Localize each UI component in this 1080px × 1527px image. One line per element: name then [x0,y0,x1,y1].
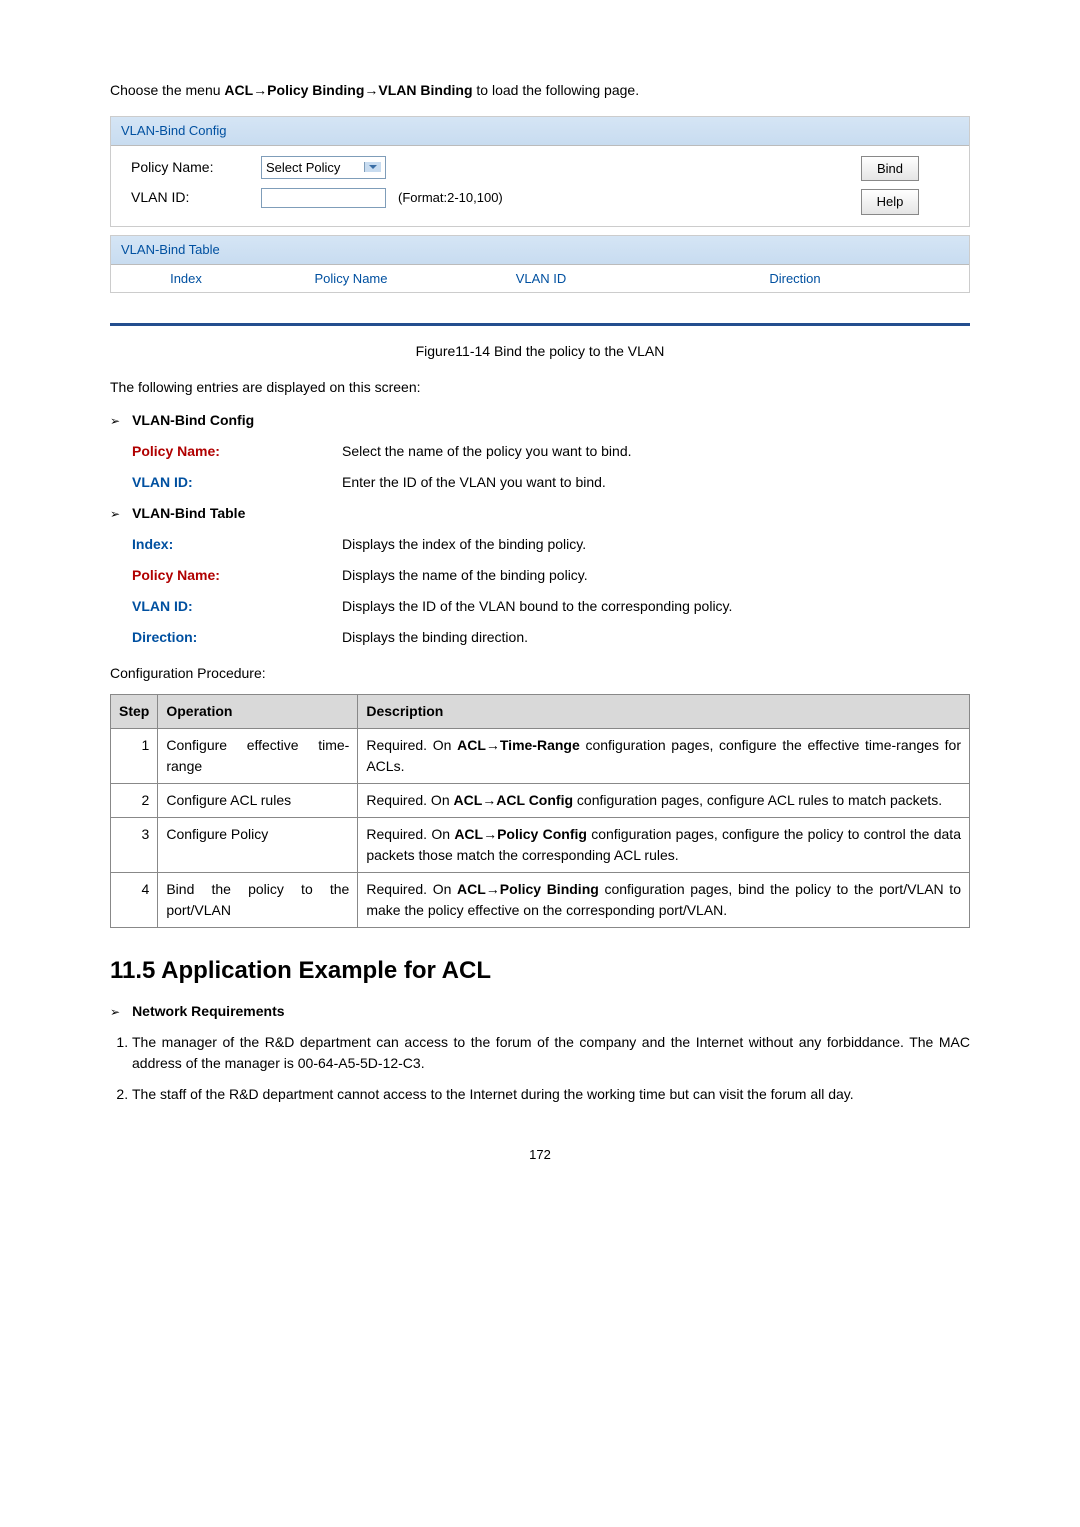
policy-name-label: Policy Name: [131,157,261,178]
definition-description: Enter the ID of the VLAN you want to bin… [342,472,970,493]
procedure-title: Configuration Procedure: [110,663,970,684]
step-cell: 1 [111,729,158,784]
page-number: 172 [110,1145,970,1165]
table-col-index: Index [121,269,251,289]
policy-name-select[interactable]: Select Policy [261,156,386,180]
vlan-id-hint: (Format:2-10,100) [398,188,503,208]
bullet-arrow-icon: ➢ [110,1003,120,1021]
bullet-arrow-icon: ➢ [110,505,120,523]
definition-term: Policy Name: [132,565,342,586]
requirements-list: The manager of the R&D department can ac… [132,1032,970,1105]
entries-intro: The following entries are displayed on t… [110,377,970,398]
table-row: 2Configure ACL rulesRequired. On ACL→ACL… [111,784,970,818]
description-cell: Required. On ACL→ACL Config configuratio… [358,784,970,818]
group-heading: VLAN-Bind Table [132,503,245,524]
definition-term: Index: [132,534,342,555]
description-cell: Required. On ACL→Policy Binding configur… [358,873,970,928]
step-cell: 4 [111,873,158,928]
group-heading: VLAN-Bind Config [132,410,254,431]
list-item: The manager of the R&D department can ac… [132,1032,970,1074]
table-row: 3Configure PolicyRequired. On ACL→Policy… [111,818,970,873]
definition-term: VLAN ID: [132,596,342,617]
proc-header-operation: Operation [158,695,358,729]
vlan-id-label: VLAN ID: [131,187,261,208]
procedure-table: Step Operation Description 1Configure ef… [110,694,970,928]
definition-description: Displays the index of the binding policy… [342,534,970,555]
description-cell: Required. On ACL→Policy Config configura… [358,818,970,873]
definition-description: Displays the binding direction. [342,627,970,648]
help-button[interactable]: Help [861,189,919,215]
definition-description: Displays the name of the binding policy. [342,565,970,586]
operation-cell: Configure ACL rules [158,784,358,818]
step-cell: 2 [111,784,158,818]
table-col-vlan-id: VLAN ID [451,269,631,289]
step-cell: 3 [111,818,158,873]
config-panel-header: VLAN-Bind Config [111,117,969,146]
operation-cell: Configure effective time-range [158,729,358,784]
table-col-policy-name: Policy Name [251,269,451,289]
divider [110,323,970,326]
application-example-heading: 11.5 Application Example for ACL [110,953,970,989]
table-panel-header: VLAN-Bind Table [111,236,969,265]
bind-button[interactable]: Bind [861,156,919,182]
chevron-down-icon [364,162,381,172]
intro-suffix: to load the following page. [473,82,640,98]
intro-path: ACL→Policy Binding→VLAN Binding [224,82,472,98]
menu-intro: Choose the menu ACL→Policy Binding→VLAN … [110,80,970,101]
table-row: 1Configure effective time-rangeRequired.… [111,729,970,784]
operation-cell: Configure Policy [158,818,358,873]
proc-header-description: Description [358,695,970,729]
table-col-direction: Direction [631,269,959,289]
operation-cell: Bind the policy to the port/VLAN [158,873,358,928]
list-item: The staff of the R&D department cannot a… [132,1084,970,1105]
definition-description: Displays the ID of the VLAN bound to the… [342,596,970,617]
definition-term: VLAN ID: [132,472,342,493]
intro-prefix: Choose the menu [110,82,224,98]
vlan-bind-config-panel: VLAN-Bind Config Policy Name: Select Pol… [110,116,970,227]
bullet-arrow-icon: ➢ [110,412,120,430]
definition-description: Select the name of the policy you want t… [342,441,970,462]
vlan-id-input[interactable] [261,188,386,208]
definition-term: Policy Name: [132,441,342,462]
figure-caption: Figure11-14 Bind the policy to the VLAN [110,341,970,362]
proc-header-step: Step [111,695,158,729]
table-row: 4Bind the policy to the port/VLANRequire… [111,873,970,928]
vlan-bind-table-panel: VLAN-Bind Table Index Policy Name VLAN I… [110,235,970,293]
description-cell: Required. On ACL→Time-Range configuratio… [358,729,970,784]
network-requirements-heading: Network Requirements [132,1001,284,1022]
definition-term: Direction: [132,627,342,648]
policy-select-value: Select Policy [266,158,340,178]
